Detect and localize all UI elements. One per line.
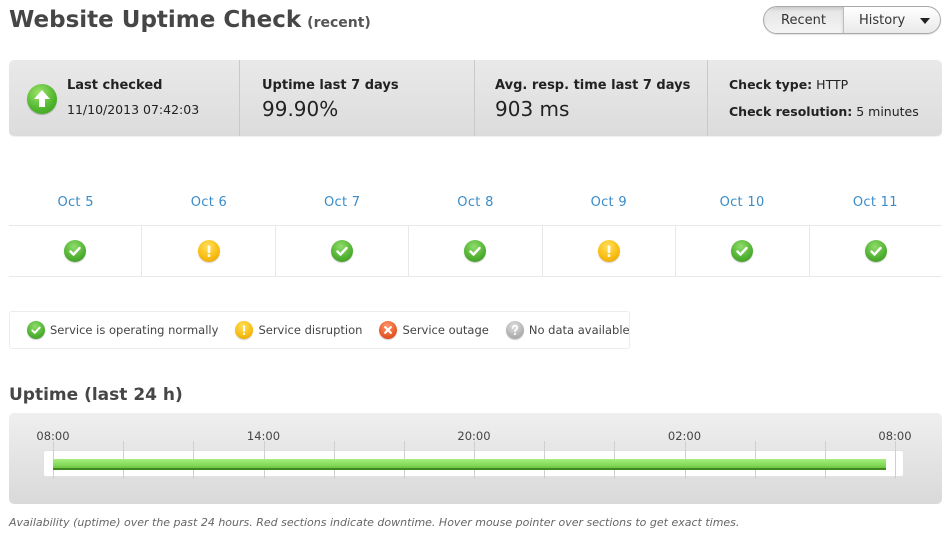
day-date-link[interactable]: Oct 10 bbox=[675, 186, 808, 225]
timeline-time-label: 02:00 bbox=[667, 429, 702, 443]
legend-item-outage: Service outage bbox=[379, 321, 489, 339]
check-resolution-label: Check resolution: bbox=[729, 104, 853, 119]
uptime-footnote: Availability (uptime) over the past 24 h… bbox=[9, 516, 740, 529]
day-date-link[interactable]: Oct 8 bbox=[409, 186, 542, 225]
legend-label: No data available bbox=[528, 323, 630, 337]
timeline-time-label: 14:00 bbox=[246, 429, 281, 443]
legend-label: Service is operating normally bbox=[50, 323, 219, 337]
day-date-link[interactable]: Oct 11 bbox=[809, 186, 942, 225]
view-toggle: Recent History bbox=[763, 6, 941, 34]
warning-circle-icon bbox=[235, 321, 254, 339]
check-circle-icon bbox=[64, 240, 87, 262]
check-circle-icon bbox=[331, 240, 354, 262]
day-status-cell[interactable] bbox=[9, 226, 143, 276]
day-date-link[interactable]: Oct 7 bbox=[276, 186, 409, 225]
check-circle-icon bbox=[464, 240, 487, 262]
check-type: Check type: HTTP bbox=[729, 77, 848, 92]
x-circle-icon bbox=[379, 321, 398, 339]
question-circle-icon bbox=[505, 321, 524, 339]
legend-item-nodata: No data available bbox=[505, 321, 630, 339]
stat-check-info: Check type: HTTP Check resolution: 5 min… bbox=[708, 60, 942, 136]
page-subtitle: (recent) bbox=[307, 15, 371, 31]
stat-last-checked: Last checked 11/10/2013 07:42:03 bbox=[9, 60, 240, 136]
day-status-cell[interactable] bbox=[543, 226, 677, 276]
daily-status-header: Oct 5 Oct 6 Oct 7 Oct 8 Oct 9 Oct 10 Oct 11 bbox=[9, 186, 942, 226]
arrow-up-icon bbox=[27, 84, 57, 114]
day-status-cell[interactable] bbox=[676, 226, 810, 276]
check-type-label: Check type: bbox=[729, 77, 813, 92]
stats-panel: Last checked 11/10/2013 07:42:03 Uptime … bbox=[9, 60, 942, 136]
day-status-cell[interactable] bbox=[409, 226, 543, 276]
recent-tab[interactable]: Recent bbox=[764, 7, 844, 33]
daily-status-grid: Oct 5 Oct 6 Oct 7 Oct 8 Oct 9 Oct 10 Oct 11 bbox=[9, 186, 942, 277]
status-legend: Service is operating normally Service dis… bbox=[9, 311, 630, 349]
page-title: Website Uptime Check (recent) bbox=[9, 7, 371, 33]
avg-response-value: 903 ms bbox=[495, 97, 570, 121]
avg-response-label: Avg. resp. time last 7 days bbox=[495, 78, 691, 93]
stat-avg-response: Avg. resp. time last 7 days 903 ms bbox=[475, 60, 708, 136]
legend-item-ok: Service is operating normally bbox=[27, 321, 218, 339]
legend-label: Service outage bbox=[402, 323, 489, 337]
check-resolution: Check resolution: 5 minutes bbox=[729, 104, 919, 119]
stat-uptime-7d: Uptime last 7 days 99.90% bbox=[240, 60, 475, 136]
day-date-link[interactable]: Oct 6 bbox=[142, 186, 275, 225]
timeline-time-label: 08:00 bbox=[878, 429, 912, 443]
timeline-time-label: 20:00 bbox=[457, 429, 491, 443]
uptime-segment-up[interactable] bbox=[53, 459, 887, 470]
check-circle-icon bbox=[27, 321, 45, 339]
uptime-24h-title: Uptime (last 24 h) bbox=[9, 385, 183, 405]
day-date-link[interactable]: Oct 5 bbox=[9, 186, 142, 225]
page-title-text: Website Uptime Check bbox=[9, 7, 302, 33]
check-circle-icon bbox=[731, 240, 754, 262]
day-status-cell[interactable] bbox=[276, 226, 410, 276]
day-date-link[interactable]: Oct 9 bbox=[542, 186, 675, 225]
timeline-hour-tick bbox=[895, 441, 896, 479]
last-checked-value: 11/10/2013 07:42:03 bbox=[67, 102, 200, 117]
uptime-24h-timeline: 08:00 14:00 20:00 02:00 08:00 bbox=[9, 413, 942, 504]
check-circle-icon bbox=[864, 240, 887, 262]
timeline-time-label: 08:00 bbox=[36, 429, 70, 443]
warning-circle-icon bbox=[597, 240, 620, 262]
warning-circle-icon bbox=[197, 240, 220, 262]
caret-down-icon[interactable] bbox=[920, 18, 930, 24]
day-status-cell[interactable] bbox=[810, 226, 942, 276]
legend-label: Service disruption bbox=[258, 323, 363, 337]
legend-item-disruption: Service disruption bbox=[235, 321, 362, 339]
check-type-value: HTTP bbox=[816, 77, 849, 92]
daily-status-row bbox=[9, 226, 942, 277]
uptime-7d-label: Uptime last 7 days bbox=[262, 78, 399, 93]
last-checked-label: Last checked bbox=[67, 78, 163, 93]
check-resolution-value: 5 minutes bbox=[856, 104, 919, 119]
uptime-7d-value: 99.90% bbox=[262, 97, 339, 121]
day-status-cell[interactable] bbox=[142, 226, 276, 276]
